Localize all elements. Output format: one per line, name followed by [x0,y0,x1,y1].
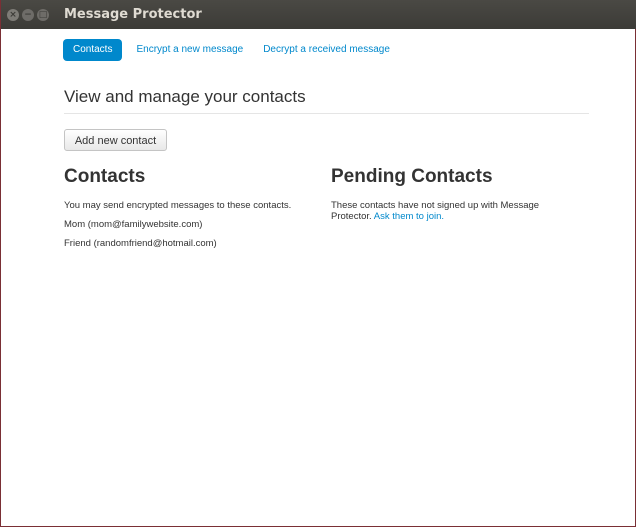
invite-link[interactable]: Ask them to join. [374,211,444,222]
nav-tabs: Contacts Encrypt a new message Decrypt a… [63,39,404,61]
pending-description: These contacts have not signed up with M… [331,200,581,222]
contact-item: Friend (randomfriend@hotmail.com) [64,238,217,249]
add-contact-button[interactable]: Add new contact [64,129,167,151]
tab-decrypt-message[interactable]: Decrypt a received message [257,39,396,61]
window-title: Message Protector [64,7,202,22]
contacts-heading: Contacts [64,166,146,187]
maximize-window-icon[interactable]: □ [37,8,49,21]
tab-encrypt-message[interactable]: Encrypt a new message [130,39,249,61]
pending-contacts-heading: Pending Contacts [331,166,493,187]
contacts-section: Contacts You may send encrypted messages… [64,166,324,249]
minimize-window-icon[interactable]: − [22,8,34,21]
contacts-description: You may send encrypted messages to these… [64,200,292,211]
contact-item: Mom (mom@familywebsite.com) [64,219,203,230]
app-window: × − □ Message Protector Contacts Encrypt… [0,0,636,527]
page-title: View and manage your contacts [64,87,589,114]
pending-contacts-section: Pending Contacts These contacts have not… [331,166,581,222]
window-controls: × − □ [7,8,52,21]
close-window-icon[interactable]: × [7,8,19,21]
title-bar: × − □ Message Protector [1,0,636,29]
tab-contacts[interactable]: Contacts [63,39,123,61]
